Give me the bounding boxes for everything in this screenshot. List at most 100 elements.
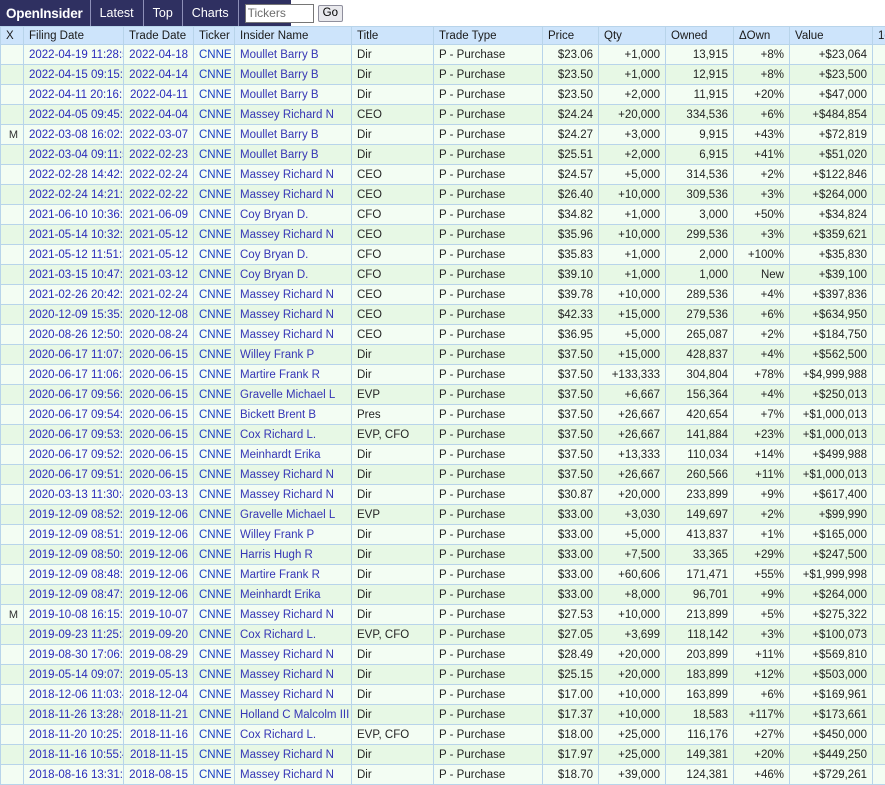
row-cell-filing-date[interactable]: 2020-06-17 09:56:07 xyxy=(24,385,124,405)
row-cell-insider-name[interactable]: Cox Richard L. xyxy=(235,425,352,445)
nav-link-charts[interactable]: Charts xyxy=(183,0,239,26)
table-row[interactable]: 2021-02-26 20:42:042021-02-24CNNEMassey … xyxy=(1,285,885,305)
row-cell-trade-date[interactable]: 2019-05-13 xyxy=(124,665,194,685)
table-row[interactable]: 2021-03-15 10:47:012021-03-12CNNECoy Bry… xyxy=(1,265,885,285)
ticker-search-input[interactable] xyxy=(245,4,314,23)
table-row[interactable]: 2020-03-13 11:30:452020-03-13CNNEMassey … xyxy=(1,485,885,505)
row-cell-trade-date[interactable]: 2019-08-29 xyxy=(124,645,194,665)
row-cell-ticker[interactable]: CNNE xyxy=(194,685,235,705)
column-header-delta-own[interactable]: ΔOwn xyxy=(734,27,790,45)
row-cell-trade-date[interactable]: 2022-02-23 xyxy=(124,145,194,165)
table-row[interactable]: 2022-04-05 09:45:442022-04-04CNNEMassey … xyxy=(1,105,885,125)
row-cell-ticker[interactable]: CNNE xyxy=(194,485,235,505)
row-cell-trade-date[interactable]: 2022-04-18 xyxy=(124,45,194,65)
row-cell-insider-name[interactable]: Massey Richard N xyxy=(235,285,352,305)
row-cell-filing-date[interactable]: 2020-03-13 11:30:45 xyxy=(24,485,124,505)
row-cell-ticker[interactable]: CNNE xyxy=(194,365,235,385)
row-cell-insider-name[interactable]: Massey Richard N xyxy=(235,225,352,245)
row-cell-ticker[interactable]: CNNE xyxy=(194,645,235,665)
row-cell-trade-date[interactable]: 2019-12-06 xyxy=(124,545,194,565)
row-cell-insider-name[interactable]: Massey Richard N xyxy=(235,105,352,125)
row-cell-insider-name[interactable]: Martire Frank R xyxy=(235,365,352,385)
row-cell-ticker[interactable]: CNNE xyxy=(194,165,235,185)
row-cell-filing-date[interactable]: 2018-12-06 11:03:40 xyxy=(24,685,124,705)
column-header-owned[interactable]: Owned xyxy=(666,27,734,45)
row-cell-ticker[interactable]: CNNE xyxy=(194,445,235,465)
row-cell-filing-date[interactable]: 2018-08-16 13:31:51 xyxy=(24,765,124,785)
row-cell-insider-name[interactable]: Cox Richard L. xyxy=(235,725,352,745)
row-cell-filing-date[interactable]: 2020-06-17 11:06:32 xyxy=(24,365,124,385)
table-row[interactable]: 2019-08-30 17:06:372019-08-29CNNEMassey … xyxy=(1,645,885,665)
row-cell-ticker[interactable]: CNNE xyxy=(194,385,235,405)
row-cell-trade-date[interactable]: 2018-12-04 xyxy=(124,685,194,705)
table-row[interactable]: 2022-04-15 09:15:582022-04-14CNNEMoullet… xyxy=(1,65,885,85)
row-cell-insider-name[interactable]: Willey Frank P xyxy=(235,345,352,365)
column-header-x[interactable]: X xyxy=(1,27,24,45)
row-cell-filing-date[interactable]: 2021-06-10 10:36:46 xyxy=(24,205,124,225)
table-row[interactable]: 2018-11-16 10:55:482018-11-15CNNEMassey … xyxy=(1,745,885,765)
row-cell-filing-date[interactable]: 2022-04-19 11:28:56 xyxy=(24,45,124,65)
row-cell-filing-date[interactable]: 2020-06-17 09:52:16 xyxy=(24,445,124,465)
row-cell-filing-date[interactable]: 2019-12-09 08:47:59 xyxy=(24,585,124,605)
row-cell-filing-date[interactable]: 2021-05-12 11:51:30 xyxy=(24,245,124,265)
row-cell-filing-date[interactable]: 2019-08-30 17:06:37 xyxy=(24,645,124,665)
row-cell-insider-name[interactable]: Holland C Malcolm III xyxy=(235,705,352,725)
row-cell-trade-date[interactable]: 2021-06-09 xyxy=(124,205,194,225)
row-cell-filing-date[interactable]: 2020-06-17 09:54:41 xyxy=(24,405,124,425)
row-cell-trade-date[interactable]: 2020-06-15 xyxy=(124,465,194,485)
row-cell-insider-name[interactable]: Meinhardt Erika xyxy=(235,445,352,465)
table-row[interactable]: 2019-12-09 08:51:322019-12-06CNNEWilley … xyxy=(1,525,885,545)
row-cell-ticker[interactable]: CNNE xyxy=(194,745,235,765)
row-cell-ticker[interactable]: CNNE xyxy=(194,185,235,205)
row-cell-filing-date[interactable]: 2019-10-08 16:15:21 xyxy=(24,605,124,625)
nav-link-top[interactable]: Top xyxy=(144,0,183,26)
row-cell-insider-name[interactable]: Coy Bryan D. xyxy=(235,245,352,265)
row-cell-insider-name[interactable]: Willey Frank P xyxy=(235,525,352,545)
row-cell-insider-name[interactable]: Massey Richard N xyxy=(235,605,352,625)
row-cell-filing-date[interactable]: 2019-12-09 08:51:32 xyxy=(24,525,124,545)
row-cell-filing-date[interactable]: 2018-11-16 10:55:48 xyxy=(24,745,124,765)
row-cell-filing-date[interactable]: 2021-03-15 10:47:01 xyxy=(24,265,124,285)
row-cell-ticker[interactable]: CNNE xyxy=(194,325,235,345)
row-cell-trade-date[interactable]: 2022-04-11 xyxy=(124,85,194,105)
go-button[interactable]: Go xyxy=(318,5,343,22)
row-cell-insider-name[interactable]: Harris Hugh R xyxy=(235,545,352,565)
row-cell-filing-date[interactable]: 2020-06-17 09:53:31 xyxy=(24,425,124,445)
row-cell-ticker[interactable]: CNNE xyxy=(194,225,235,245)
table-row[interactable]: 2018-11-20 10:25:162018-11-16CNNECox Ric… xyxy=(1,725,885,745)
table-row[interactable]: M2022-03-08 16:02:072022-03-07CNNEMoulle… xyxy=(1,125,885,145)
row-cell-trade-date[interactable]: 2021-02-24 xyxy=(124,285,194,305)
column-header-filing-date[interactable]: Filing Date xyxy=(24,27,124,45)
row-cell-filing-date[interactable]: 2020-12-09 15:35:42 xyxy=(24,305,124,325)
row-cell-filing-date[interactable]: 2021-02-26 20:42:04 xyxy=(24,285,124,305)
row-cell-insider-name[interactable]: Moullet Barry B xyxy=(235,145,352,165)
row-cell-insider-name[interactable]: Meinhardt Erika xyxy=(235,585,352,605)
table-row[interactable]: 2018-08-16 13:31:512018-08-15CNNEMassey … xyxy=(1,765,885,785)
row-cell-filing-date[interactable]: 2022-03-08 16:02:07 xyxy=(24,125,124,145)
table-row[interactable]: 2021-05-12 11:51:302021-05-12CNNECoy Bry… xyxy=(1,245,885,265)
row-cell-ticker[interactable]: CNNE xyxy=(194,305,235,325)
column-header-1d[interactable]: 1d xyxy=(873,27,885,45)
row-cell-ticker[interactable]: CNNE xyxy=(194,725,235,745)
row-cell-insider-name[interactable]: Moullet Barry B xyxy=(235,45,352,65)
row-cell-ticker[interactable]: CNNE xyxy=(194,345,235,365)
row-cell-trade-date[interactable]: 2018-11-21 xyxy=(124,705,194,725)
row-cell-trade-date[interactable]: 2019-12-06 xyxy=(124,565,194,585)
brand-logo-openinsider[interactable]: OpenInsider xyxy=(0,0,91,26)
row-cell-insider-name[interactable]: Cox Richard L. xyxy=(235,625,352,645)
table-row[interactable]: 2022-04-19 11:28:562022-04-18CNNEMoullet… xyxy=(1,45,885,65)
row-cell-filing-date[interactable]: 2020-06-17 11:07:53 xyxy=(24,345,124,365)
table-row[interactable]: 2021-05-14 10:32:492021-05-12CNNEMassey … xyxy=(1,225,885,245)
row-cell-trade-date[interactable]: 2021-03-12 xyxy=(124,265,194,285)
row-cell-trade-date[interactable]: 2019-09-20 xyxy=(124,625,194,645)
row-cell-filing-date[interactable]: 2018-11-20 10:25:16 xyxy=(24,725,124,745)
row-cell-filing-date[interactable]: 2020-06-17 09:51:02 xyxy=(24,465,124,485)
table-row[interactable]: 2019-12-09 08:50:292019-12-06CNNEHarris … xyxy=(1,545,885,565)
row-cell-insider-name[interactable]: Massey Richard N xyxy=(235,185,352,205)
column-header-insider-name[interactable]: Insider Name xyxy=(235,27,352,45)
row-cell-trade-date[interactable]: 2022-02-24 xyxy=(124,165,194,185)
row-cell-ticker[interactable]: CNNE xyxy=(194,525,235,545)
table-row[interactable]: 2020-06-17 09:53:312020-06-15CNNECox Ric… xyxy=(1,425,885,445)
row-cell-insider-name[interactable]: Massey Richard N xyxy=(235,645,352,665)
row-cell-filing-date[interactable]: 2019-12-09 08:52:45 xyxy=(24,505,124,525)
